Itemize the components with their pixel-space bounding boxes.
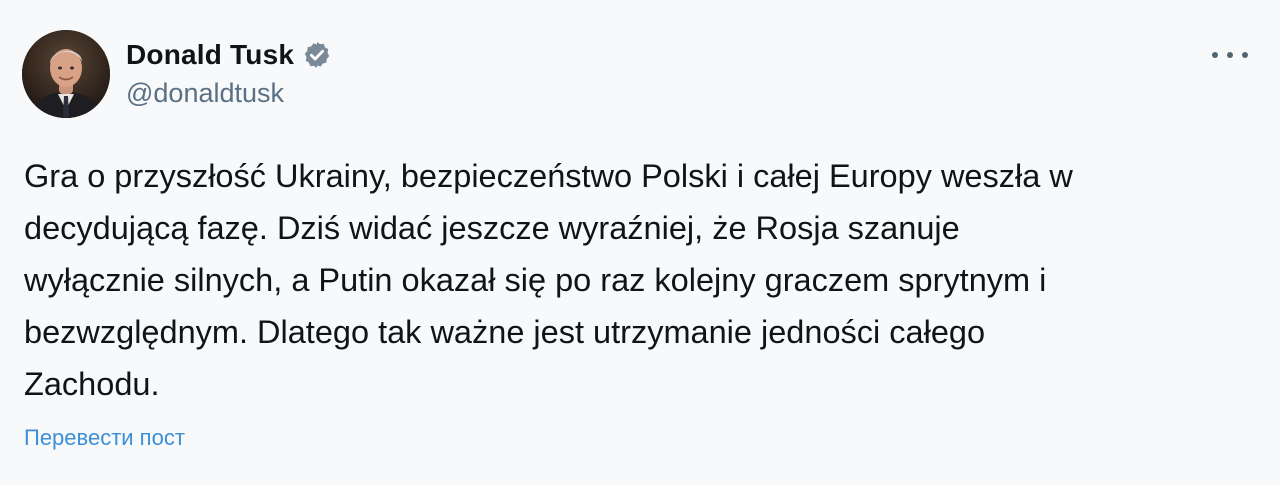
post-text: Gra o przyszłość Ukrainy, bezpieczeństwo… [24,158,1073,402]
dot-icon [1227,52,1233,58]
dot-icon [1212,52,1218,58]
translate-post-link[interactable]: Перевести пост [24,425,185,451]
more-options-icon[interactable] [1212,44,1248,66]
post-header: Donald Tusk @donaldtusk [22,30,332,122]
user-avatar-icon [22,30,110,118]
name-row: Donald Tusk [126,38,332,72]
author-handle[interactable]: @donaldtusk [126,78,332,109]
dot-icon [1242,52,1248,58]
avatar[interactable] [22,30,110,118]
verified-badge-icon [302,40,332,70]
post-card: Donald Tusk @donaldtusk Gra o przyszłość… [0,0,1280,485]
author-display-name[interactable]: Donald Tusk [126,39,294,71]
author-block: Donald Tusk @donaldtusk [126,38,332,109]
